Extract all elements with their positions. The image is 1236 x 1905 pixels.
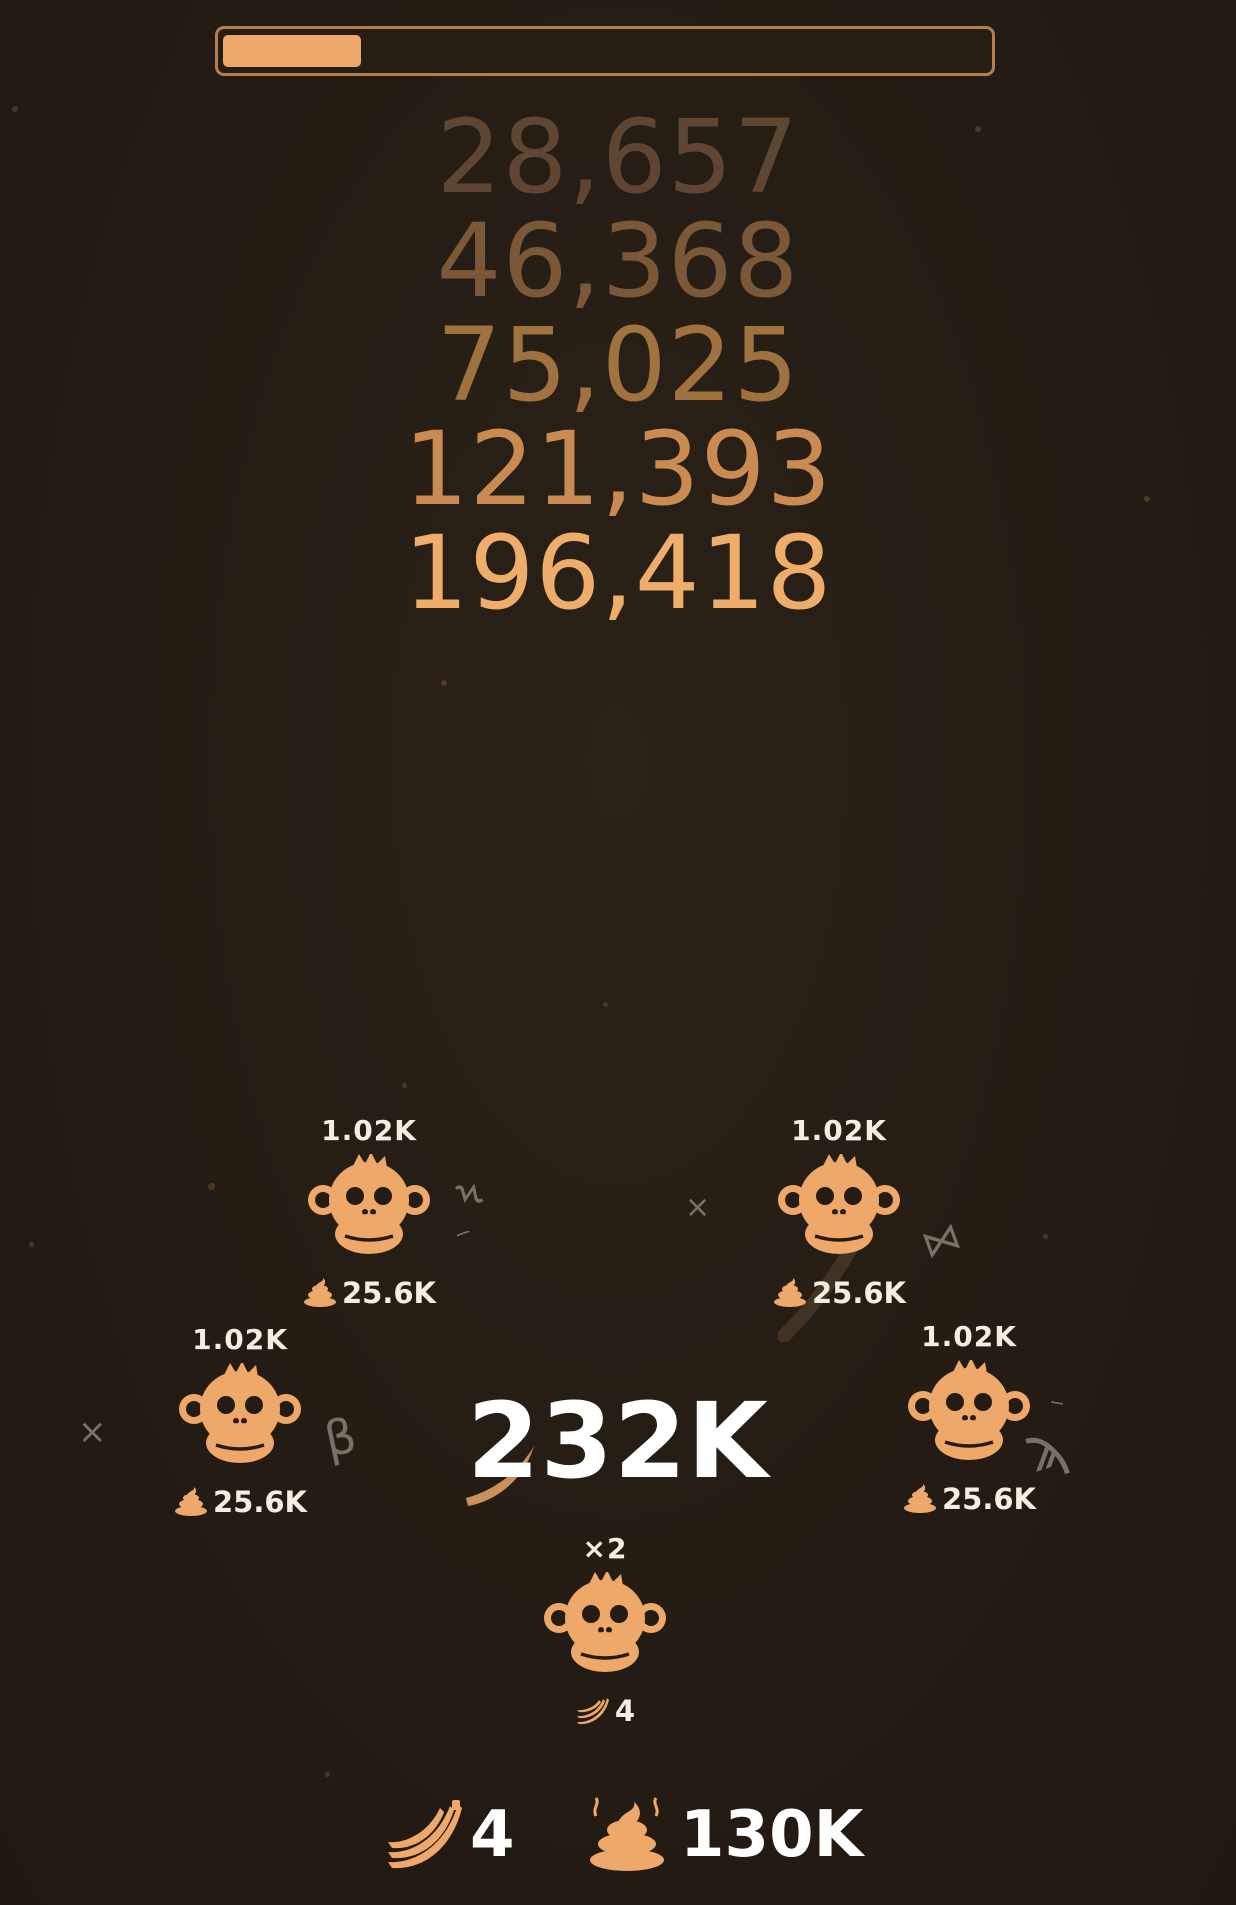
progress-bar: [215, 26, 995, 76]
monkey-top-right[interactable]: 1.02K 25.6K: [749, 1114, 929, 1314]
monkey-rate-label: 1.02K: [321, 1114, 417, 1147]
monkey-output-value: 25.6K: [212, 1485, 308, 1519]
banana-icon: [575, 1695, 611, 1725]
monkey-rate-label: 1.02K: [921, 1320, 1017, 1353]
poop-icon: [903, 1484, 936, 1513]
monkey-output: 25.6K: [879, 1482, 1059, 1516]
dust-dot: [208, 1183, 215, 1190]
dust-dot: [603, 1002, 608, 1007]
dust-dot: [12, 106, 18, 112]
sequence-number-1: 28,657: [436, 98, 800, 217]
total-value: 232K: [467, 1380, 769, 1502]
poop-count: 130K: [680, 1798, 864, 1872]
monkey-output-value: 25.6K: [341, 1276, 437, 1310]
poop-icon: [773, 1278, 806, 1307]
poop-icon: [173, 1486, 209, 1516]
poop-icon: [302, 1277, 338, 1307]
floating-glyph: ×: [78, 1412, 107, 1452]
monkey-output-value: 4: [614, 1694, 636, 1728]
monkey-output-value: 25.6K: [941, 1482, 1037, 1516]
dust-dot: [1043, 1234, 1048, 1239]
progress-bar-fill: [223, 35, 361, 67]
monkey-head-icon[interactable]: [178, 1361, 302, 1471]
floating-glyph: ×: [685, 1190, 711, 1225]
poop-icon: [772, 1277, 808, 1307]
sequence-number-3: 75,025: [436, 306, 800, 425]
game-stage[interactable]: 28,657 46,368 75,025 121,393 196,418 × β…: [0, 0, 1236, 1905]
banana-bunch-icon: [388, 1800, 462, 1869]
dust-dot: [325, 1772, 330, 1777]
monkey-output: 25.6K: [150, 1485, 330, 1519]
monkey-rate-label: ×2: [582, 1532, 628, 1565]
monkey-output: 4: [515, 1694, 695, 1728]
dust-dot: [441, 680, 447, 686]
dust-dot: [29, 1242, 34, 1247]
poop-icon: [303, 1278, 336, 1307]
monkey-head-icon[interactable]: [777, 1152, 901, 1262]
resource-bar: 4 130K: [0, 1790, 1236, 1880]
monkey-bottom[interactable]: ×2 4: [515, 1532, 695, 1732]
dust-dot: [975, 126, 981, 132]
monkey-head-icon[interactable]: [907, 1358, 1031, 1468]
monkey-output: 25.6K: [279, 1276, 459, 1310]
sequence-number-2: 46,368: [436, 202, 800, 321]
banana-count: 4: [470, 1798, 515, 1872]
monkey-output-value: 25.6K: [811, 1276, 907, 1310]
sequence-number-4: 121,393: [403, 410, 833, 529]
banana-icon: [576, 1698, 609, 1725]
poop-icon: [902, 1483, 938, 1513]
monkey-head-icon[interactable]: [543, 1570, 667, 1680]
poop-pile-icon: [590, 1797, 664, 1871]
monkey-top-left[interactable]: 1.02K 25.6K: [279, 1114, 459, 1314]
monkey-mid-left[interactable]: 1.02K 25.6K: [150, 1323, 330, 1523]
dust-dot: [1144, 496, 1150, 502]
sequence-number-5: 196,418: [403, 514, 833, 633]
monkey-output: 25.6K: [749, 1276, 929, 1310]
monkey-mid-right[interactable]: 1.02K 25.6K: [879, 1320, 1059, 1520]
poop-icon: [174, 1487, 207, 1516]
monkey-rate-label: 1.02K: [791, 1114, 887, 1147]
monkey-rate-label: 1.02K: [192, 1323, 288, 1356]
dust-dot: [402, 1083, 407, 1088]
monkey-head-icon[interactable]: [307, 1152, 431, 1262]
